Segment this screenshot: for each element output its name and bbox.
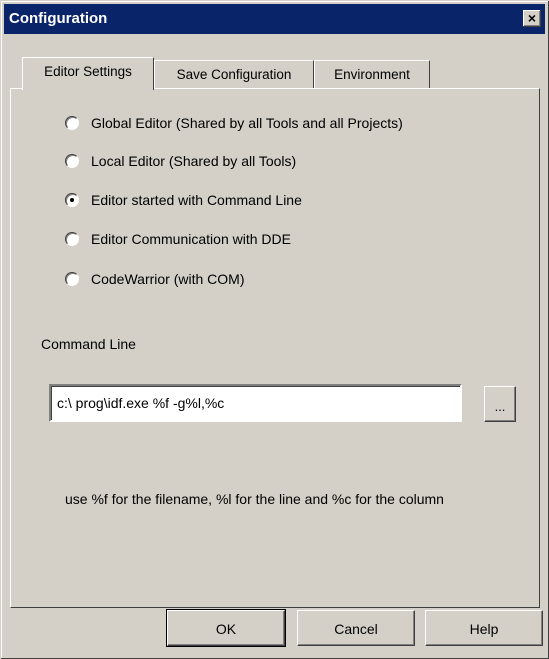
configuration-dialog: Configuration × Editor Settings Save Con… bbox=[0, 0, 549, 659]
ok-button[interactable]: OK bbox=[166, 609, 286, 647]
tab-panel-editor-settings bbox=[10, 88, 540, 608]
close-button[interactable]: × bbox=[523, 10, 541, 27]
cancel-button-label: Cancel bbox=[334, 621, 378, 637]
title-bar[interactable]: Configuration × bbox=[4, 4, 545, 34]
tab-editor-settings[interactable]: Editor Settings bbox=[22, 57, 154, 90]
tab-label: Save Configuration bbox=[176, 67, 292, 82]
tab-label: Editor Settings bbox=[44, 64, 132, 79]
tab-environment[interactable]: Environment bbox=[314, 60, 430, 88]
window-title: Configuration bbox=[9, 10, 108, 27]
tab-save-configuration[interactable]: Save Configuration bbox=[154, 60, 314, 88]
help-button[interactable]: Help bbox=[425, 610, 543, 646]
help-button-label: Help bbox=[469, 621, 499, 637]
tab-label: Environment bbox=[334, 67, 410, 82]
cancel-button[interactable]: Cancel bbox=[297, 610, 415, 646]
close-icon: × bbox=[527, 10, 537, 26]
ok-button-label: OK bbox=[215, 621, 237, 637]
